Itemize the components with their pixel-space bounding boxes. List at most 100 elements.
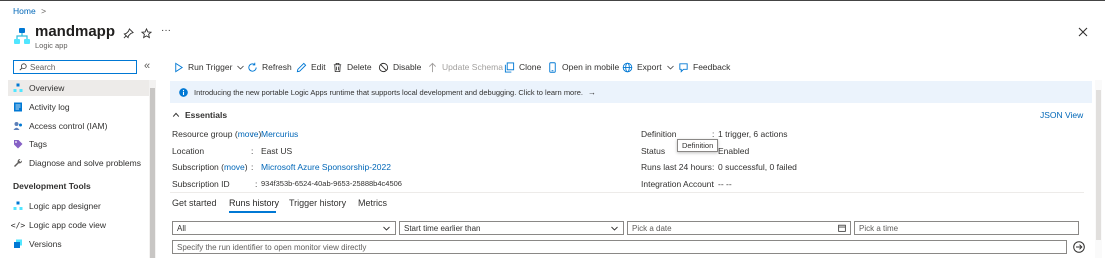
sidebar-item-label: Versions xyxy=(29,239,62,249)
date-picker-input[interactable]: Pick a date xyxy=(627,221,851,235)
tab-runs-history[interactable]: Runs history xyxy=(229,198,279,208)
code-icon: </> xyxy=(10,220,26,230)
active-tab-indicator xyxy=(229,211,276,213)
move-subscription-link[interactable]: move xyxy=(224,162,245,172)
sidebar-search-input[interactable]: Search xyxy=(13,60,137,74)
edit-button[interactable]: Edit xyxy=(296,60,326,74)
date-placeholder: Pick a date xyxy=(632,223,672,233)
time-filter-dropdown[interactable]: Start time earlier than xyxy=(399,221,624,235)
sidebar-item-label: Tags xyxy=(29,139,47,149)
sidebar-item-code-view[interactable]: </> Logic app code view xyxy=(10,218,107,232)
main-scrollbar[interactable] xyxy=(1095,80,1102,258)
refresh-icon xyxy=(247,62,258,73)
subscription-id-label: Subscription ID xyxy=(172,179,230,189)
resource-group-label-text: Resource group xyxy=(172,129,233,139)
sidebar-scrollbar[interactable] xyxy=(149,80,156,258)
location-label: Location xyxy=(172,146,205,156)
tab-get-started[interactable]: Get started xyxy=(172,198,217,208)
tag-icon xyxy=(13,139,23,149)
go-arrow-icon[interactable] xyxy=(1072,240,1085,253)
disable-icon xyxy=(378,62,389,73)
resource-group-label: Resource group (move) xyxy=(172,129,262,139)
tab-trigger-history[interactable]: Trigger history xyxy=(289,198,346,208)
breadcrumb-home[interactable]: Home xyxy=(13,6,36,16)
delete-button[interactable]: Delete xyxy=(332,60,372,74)
time-picker-input[interactable]: Pick a time xyxy=(854,221,1079,235)
export-button[interactable]: Export xyxy=(622,60,675,74)
globe-icon xyxy=(622,62,633,73)
arrow-right-icon: → xyxy=(588,87,596,97)
logic-app-icon xyxy=(13,27,31,45)
play-icon xyxy=(173,62,184,73)
pin-icon[interactable] xyxy=(122,27,134,39)
colon: : xyxy=(712,179,715,189)
search-icon xyxy=(18,63,27,72)
versions-icon xyxy=(13,239,23,249)
run-id-placeholder: Specify the run identifier to open monit… xyxy=(177,242,367,252)
delete-label: Delete xyxy=(347,62,372,72)
time-placeholder: Pick a time xyxy=(859,223,899,233)
run-trigger-label: Run Trigger xyxy=(188,62,233,72)
sidebar-item-iam[interactable]: Access control (IAM) xyxy=(13,119,107,133)
colon: : xyxy=(255,179,258,189)
subscription-value[interactable]: Microsoft Azure Sponsorship-2022 xyxy=(261,162,391,172)
trash-icon xyxy=(332,62,343,73)
clone-button[interactable]: Clone xyxy=(504,60,541,74)
disable-button[interactable]: Disable xyxy=(378,60,421,74)
json-view-link[interactable]: JSON View xyxy=(1040,110,1083,120)
status-filter-dropdown[interactable]: All xyxy=(172,221,396,235)
resource-group-value[interactable]: Mercurius xyxy=(261,129,298,139)
move-resource-group-link[interactable]: move xyxy=(238,129,259,139)
chevron-down-icon xyxy=(666,63,675,72)
definition-label: Definition xyxy=(641,129,677,139)
colon: : xyxy=(251,162,254,172)
sidebar-item-overview[interactable]: Overview xyxy=(13,81,64,95)
sidebar-item-label: Diagnose and solve problems xyxy=(29,158,141,168)
divider xyxy=(170,192,1084,193)
sidebar-item-label: Logic app designer xyxy=(29,201,101,211)
chevron-down-icon xyxy=(610,224,619,233)
subscription-id-value: 934f353b-6524-40ab-9653-25888b4c4506 xyxy=(261,179,402,188)
sidebar-item-diagnose[interactable]: Diagnose and solve problems xyxy=(13,156,141,170)
subscription-label-text: Subscription xyxy=(172,162,219,172)
open-in-mobile-button[interactable]: Open in mobile xyxy=(547,60,619,74)
runs-label: Runs last 24 hours xyxy=(641,162,712,172)
clone-label: Clone xyxy=(519,62,542,72)
star-icon[interactable] xyxy=(140,27,152,39)
tab-metrics[interactable]: Metrics xyxy=(358,198,387,208)
refresh-button[interactable]: Refresh xyxy=(247,60,292,74)
essentials-toggle[interactable]: Essentials xyxy=(172,110,227,120)
essentials-title: Essentials xyxy=(185,110,228,120)
wrench-icon xyxy=(13,158,23,168)
colon: : xyxy=(251,146,254,156)
run-id-input[interactable]: Specify the run identifier to open monit… xyxy=(172,240,1067,254)
page-subtitle: Logic app xyxy=(35,41,68,50)
feedback-button[interactable]: Feedback xyxy=(678,60,730,74)
subscription-label: Subscription (move) xyxy=(172,162,248,172)
colon: : xyxy=(251,129,254,139)
collapse-sidebar-button[interactable]: « xyxy=(144,60,150,72)
close-icon[interactable] xyxy=(1077,26,1089,38)
status-value: Enabled xyxy=(718,146,750,156)
overview-icon xyxy=(13,83,23,93)
info-banner[interactable]: Introducing the new portable Logic Apps … xyxy=(170,81,1092,103)
integration-account-label: Integration Account xyxy=(641,179,714,189)
update-schema-button[interactable]: Update Schema xyxy=(427,60,503,74)
sidebar-item-versions[interactable]: Versions xyxy=(13,237,62,251)
run-trigger-button[interactable]: Run Trigger xyxy=(173,60,245,74)
sidebar-item-designer[interactable]: Logic app designer xyxy=(13,199,101,213)
sidebar-item-label: Activity log xyxy=(29,102,70,112)
runs-value: 0 successful, 0 failed xyxy=(718,162,797,172)
export-label: Export xyxy=(637,62,662,72)
sidebar-item-label: Logic app code view xyxy=(29,220,107,230)
mobile-icon xyxy=(547,61,558,73)
clone-icon xyxy=(504,61,515,73)
chevron-up-icon xyxy=(172,111,180,119)
sidebar-item-tags[interactable]: Tags xyxy=(13,137,47,151)
sidebar-item-activity-log[interactable]: Activity log xyxy=(13,100,70,114)
sidebar-scrollbar-thumb[interactable] xyxy=(150,88,155,258)
main-scrollbar-thumb[interactable] xyxy=(1096,90,1101,240)
more-options-icon[interactable]: ··· xyxy=(161,25,171,36)
chevron-down-icon xyxy=(236,63,245,72)
chevron-down-icon xyxy=(382,224,391,233)
